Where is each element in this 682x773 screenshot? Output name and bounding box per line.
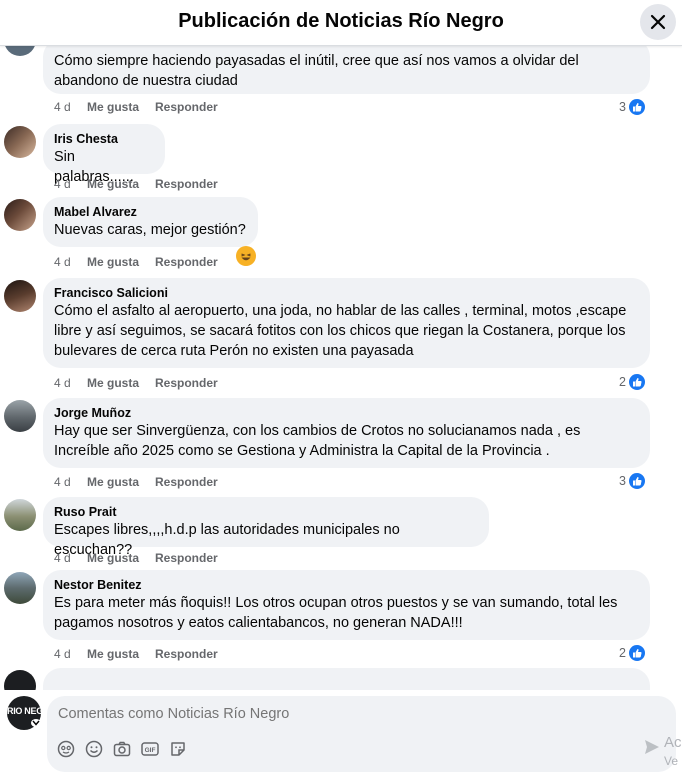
- reply-button[interactable]: Responder: [155, 551, 218, 565]
- avatar[interactable]: [4, 199, 36, 231]
- like-reaction-icon: [628, 373, 646, 391]
- comment-bubble: Mabel Alvarez Nuevas caras, mejor gestió…: [43, 197, 258, 247]
- like-reaction-icon: [628, 472, 646, 490]
- reply-button[interactable]: Responder: [155, 255, 218, 269]
- comment-author[interactable]: Mabel Alvarez: [54, 204, 246, 220]
- laugh-reaction-icon[interactable]: [236, 246, 256, 266]
- comment-time[interactable]: 4 d: [54, 177, 87, 191]
- comment-text: Cómo el asfalto al aeropuerto, una joda,…: [54, 303, 627, 359]
- like-button[interactable]: Me gusta: [87, 255, 155, 269]
- comment-bubble: Francisco Salicioni Cómo el asfalto al a…: [43, 278, 650, 368]
- comment-text: Cómo siempre haciendo payasadas el inúti…: [54, 53, 579, 89]
- sticker-icon[interactable]: [169, 740, 187, 758]
- comment-author[interactable]: Francisco Salicioni: [54, 285, 638, 301]
- like-button[interactable]: Me gusta: [87, 647, 155, 661]
- overlay-text: Ve: [664, 754, 679, 768]
- comment-bubble: Nestor Benitez Es para meter más ñoquis!…: [43, 570, 650, 640]
- like-button[interactable]: Me gusta: [87, 177, 155, 191]
- reaction-count[interactable]: 2: [619, 644, 646, 662]
- comment-author[interactable]: Jorge Muñoz: [54, 405, 638, 421]
- like-reaction-icon: [628, 98, 646, 116]
- comment-bubble: Jorge Muñoz Hay que ser Sinvergüenza, co…: [43, 398, 650, 468]
- comment-time[interactable]: 4 d: [54, 647, 87, 661]
- comment-author[interactable]: Nestor Benitez: [54, 577, 638, 593]
- comment-time[interactable]: 4 d: [54, 376, 87, 390]
- avatar[interactable]: [4, 400, 36, 432]
- comment-text: Nuevas caras, mejor gestión?: [54, 222, 246, 238]
- close-icon: [650, 14, 666, 30]
- reaction-count[interactable]: 3: [619, 472, 646, 490]
- camera-icon[interactable]: [113, 740, 131, 758]
- comment-author[interactable]: Iris Chesta: [54, 131, 153, 147]
- avatar[interactable]: [4, 46, 36, 56]
- reply-button[interactable]: Responder: [155, 475, 218, 489]
- like-reaction-icon: [628, 644, 646, 662]
- like-button[interactable]: Me gusta: [87, 551, 155, 565]
- comment-text: Es para meter más ñoquis!! Los otros ocu…: [54, 595, 618, 631]
- comment-composer: RIO NEG GIF Ac Ve: [0, 690, 682, 773]
- comment-bubble: Cómo siempre haciendo payasadas el inúti…: [43, 46, 650, 94]
- dialog-title: Publicación de Noticias Río Negro: [178, 10, 504, 32]
- comment-bubble: [43, 668, 650, 690]
- comment-actions: 4 d Me gusta Responder: [54, 376, 218, 390]
- close-button[interactable]: [640, 4, 676, 40]
- comment-time[interactable]: 4 d: [54, 551, 87, 565]
- comment-text: Hay que ser Sinvergüenza, con los cambio…: [54, 423, 581, 459]
- avatar[interactable]: [4, 280, 36, 312]
- comment-author[interactable]: Ruso Prait: [54, 504, 477, 520]
- comment-actions: 4 d Me gusta Responder: [54, 551, 218, 565]
- avatar[interactable]: [4, 572, 36, 604]
- comment-list[interactable]: Cómo siempre haciendo payasadas el inúti…: [0, 46, 682, 690]
- comment-actions: 4 d Me gusta Responder: [54, 475, 218, 489]
- composer-toolbar: GIF: [57, 740, 187, 758]
- dialog-header: Publicación de Noticias Río Negro: [0, 0, 682, 46]
- comment-actions: 4 d Me gusta Responder: [54, 255, 218, 269]
- comment-time[interactable]: 4 d: [54, 255, 87, 269]
- comment-actions: 4 d Me gusta Responder: [54, 647, 218, 661]
- gif-icon[interactable]: GIF: [141, 740, 159, 758]
- send-icon[interactable]: [643, 738, 661, 756]
- avatar[interactable]: [4, 670, 36, 690]
- comment-actions: 4 d Me gusta Responder: [54, 100, 218, 114]
- comment-input-box[interactable]: GIF: [47, 696, 676, 772]
- like-button[interactable]: Me gusta: [87, 376, 155, 390]
- chevron-down-icon[interactable]: [31, 719, 41, 727]
- svg-text:GIF: GIF: [145, 747, 156, 754]
- emoji-icon[interactable]: [85, 740, 103, 758]
- reply-button[interactable]: Responder: [155, 376, 218, 390]
- avatar[interactable]: [4, 499, 36, 531]
- avatar-sticker-icon[interactable]: [57, 740, 75, 758]
- overlay-text: Ac: [664, 734, 682, 751]
- comment-actions: 4 d Me gusta Responder: [54, 177, 218, 191]
- reaction-count[interactable]: 3: [619, 98, 646, 116]
- reply-button[interactable]: Responder: [155, 647, 218, 661]
- avatar-logo-text: RIO NEG: [7, 706, 41, 716]
- reply-button[interactable]: Responder: [155, 100, 218, 114]
- comment-input[interactable]: [58, 706, 618, 722]
- comment-bubble: Ruso Prait Escapes libres,,,,h.d.p las a…: [43, 497, 489, 558]
- reply-button[interactable]: Responder: [155, 177, 218, 191]
- like-button[interactable]: Me gusta: [87, 475, 155, 489]
- comment-time[interactable]: 4 d: [54, 475, 87, 489]
- reaction-count[interactable]: 2: [619, 373, 646, 391]
- comment-bubble: Iris Chesta Sin palabras......: [43, 124, 165, 185]
- like-button[interactable]: Me gusta: [87, 100, 155, 114]
- comment-time[interactable]: 4 d: [54, 100, 87, 114]
- avatar[interactable]: [4, 126, 36, 158]
